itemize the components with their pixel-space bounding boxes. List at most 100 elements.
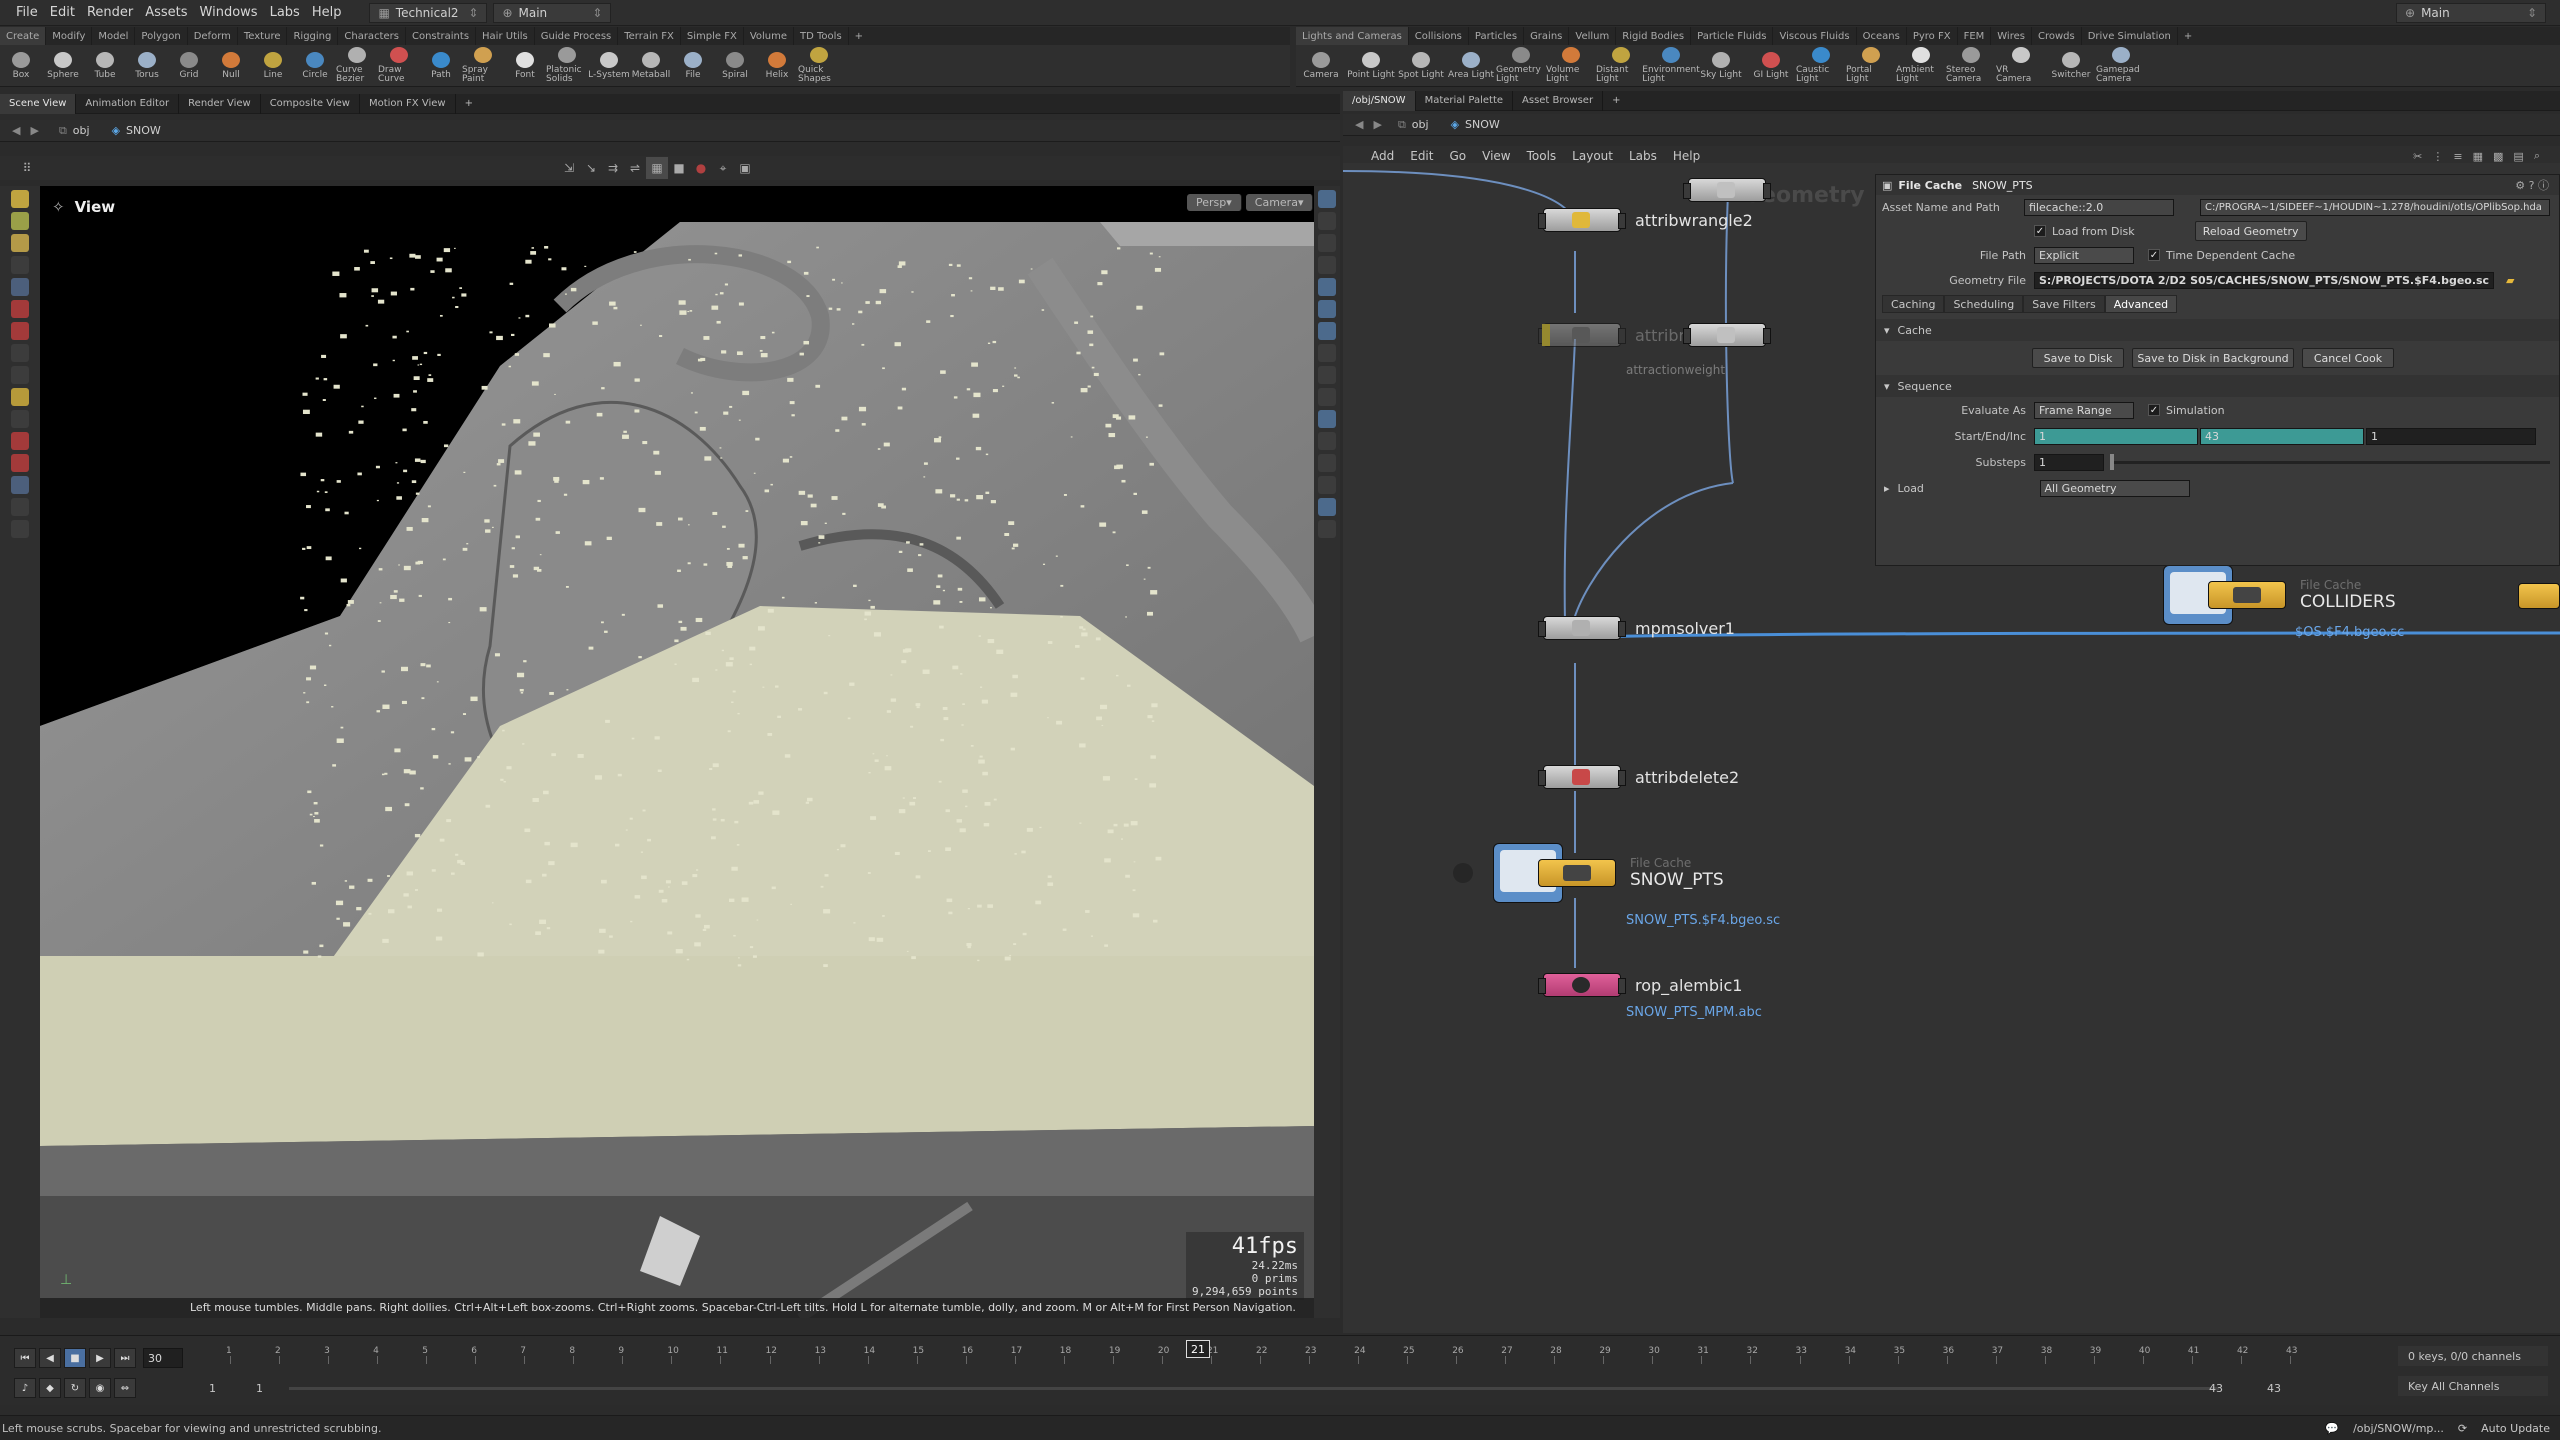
shelf-tab-td-tools[interactable]: TD Tools	[794, 27, 849, 45]
net-menu-help[interactable]: Help	[1673, 149, 1700, 163]
range-end2-field[interactable]: 43	[2267, 1382, 2281, 1395]
net-menu-edit[interactable]: Edit	[1410, 149, 1433, 163]
light-icon[interactable]	[1318, 256, 1336, 274]
bypass-flag[interactable]	[1542, 324, 1550, 346]
checkbox-checked-icon[interactable]: ✓	[2148, 404, 2160, 416]
stop-button[interactable]: ■	[64, 1348, 86, 1368]
note-icon[interactable]: ▤	[2513, 150, 2523, 163]
magnet2-icon[interactable]	[11, 454, 29, 472]
record-icon[interactable]: ●	[690, 157, 712, 179]
save-to-disk-bg-button[interactable]: Save to Disk in Background	[2132, 348, 2294, 368]
tool-gi-light[interactable]: GI Light	[1746, 45, 1796, 87]
pane-tab-motion-fx-view[interactable]: Motion FX View	[360, 93, 456, 114]
substeps-field[interactable]: 1	[2034, 453, 2104, 471]
shelf-tab-oceans[interactable]: Oceans	[1857, 27, 1907, 45]
jump-end-button[interactable]: ⏭	[114, 1348, 136, 1368]
tool-spray-paint[interactable]: Spray Paint	[462, 45, 504, 87]
ghost-icon[interactable]	[1318, 322, 1336, 340]
filecache-node-body[interactable]	[1538, 859, 1616, 887]
substeps-slider[interactable]	[2110, 453, 2550, 470]
net-menu-go[interactable]: Go	[1449, 149, 1466, 163]
range-end-field[interactable]: 43	[2209, 1382, 2223, 1395]
add-tab-button[interactable]: +	[1603, 91, 1629, 111]
file-path-select[interactable]: Explicit	[2034, 246, 2134, 264]
node-side[interactable]	[1683, 323, 1771, 347]
shelf-tab-simple-fx[interactable]: Simple FX	[681, 27, 744, 45]
shelf-tab-lights-and-cameras[interactable]: Lights and Cameras	[1296, 27, 1409, 45]
tool-portal-light[interactable]: Portal Light	[1846, 45, 1896, 87]
shelf-tab-texture[interactable]: Texture	[238, 27, 288, 45]
pane-tab-material-palette[interactable]: Material Palette	[1416, 90, 1514, 111]
snap-grid-icon[interactable]	[1318, 388, 1336, 406]
pane-tab-render-view[interactable]: Render View	[179, 93, 261, 114]
handle-red2-icon[interactable]	[11, 322, 29, 340]
tool-distant-light[interactable]: Distant Light	[1596, 45, 1646, 87]
display-flag-icon[interactable]	[1318, 498, 1336, 516]
home-view-icon[interactable]	[1318, 190, 1336, 208]
paint-icon[interactable]	[11, 388, 29, 406]
shelf-tab-characters[interactable]: Characters	[338, 27, 406, 45]
range-icon[interactable]: ⇔	[114, 1378, 136, 1398]
measure-icon[interactable]	[11, 410, 29, 428]
tool-switcher[interactable]: Switcher	[2046, 45, 2096, 87]
shade-icon[interactable]: ■	[668, 157, 690, 179]
shelf-tab-collisions[interactable]: Collisions	[1409, 27, 1469, 45]
tool-volume-light[interactable]: Volume Light	[1546, 45, 1596, 87]
tool-file[interactable]: File	[672, 45, 714, 87]
tool-draw-curve[interactable]: Draw Curve	[378, 45, 420, 87]
tool-helix[interactable]: Helix	[756, 45, 798, 87]
persp-menu[interactable]: Persp ▾	[1187, 194, 1242, 211]
shelf-tab-crowds[interactable]: Crowds	[2032, 27, 2082, 45]
tool-gamepad-camera[interactable]: Gamepad Camera	[2096, 45, 2146, 87]
dolly-icon[interactable]	[11, 520, 29, 538]
display-settings-icon[interactable]: ▣	[734, 157, 756, 179]
camera-menu[interactable]: Camera ▾	[1245, 194, 1314, 211]
tool-circle[interactable]: Circle	[294, 45, 336, 87]
loop-icon[interactable]: ↻	[64, 1378, 86, 1398]
node-top-right[interactable]	[1683, 178, 1771, 202]
material-icon[interactable]	[1318, 520, 1336, 538]
slider-handle[interactable]	[2110, 453, 2114, 470]
path-snow[interactable]: SNOW	[1465, 118, 1500, 131]
refresh-icon[interactable]: ⟳	[2458, 1422, 2467, 1435]
node-attribwrangle2[interactable]: attribwrangle2	[1538, 208, 1753, 232]
grid-icon[interactable]: ▦	[2473, 150, 2483, 163]
snap-icon[interactable]: ⇲	[558, 157, 580, 179]
forward-arrow-icon[interactable]: ▶	[30, 124, 38, 137]
tool-environment-light[interactable]: Environment Light	[1642, 45, 1700, 87]
shelf-tab-particles[interactable]: Particles	[1469, 27, 1525, 45]
param-tab-scheduling[interactable]: Scheduling	[1944, 295, 2024, 313]
asset-path-field[interactable]: C:/PROGRA~1/SIDEEF~1/HOUDIN~1.278/houdin…	[2200, 198, 2550, 216]
shelf-tab-hair-utils[interactable]: Hair Utils	[476, 27, 535, 45]
scene-viewport[interactable]: ✧ View Persp ▾ Camera ▾ 41fps 24.22ms 0 p…	[40, 186, 1314, 1318]
pane-tab-obj-snow[interactable]: /obj/SNOW	[1343, 90, 1416, 111]
tool-curve-bezier[interactable]: Curve Bezier	[336, 45, 378, 87]
node-offscreen[interactable]	[2518, 583, 2560, 609]
back-arrow-icon[interactable]: ◀	[12, 124, 20, 137]
select-tool-icon[interactable]	[11, 190, 29, 208]
add-shelf-tab-button[interactable]: +	[849, 27, 869, 45]
chat-icon[interactable]: 💬	[2325, 1422, 2339, 1435]
load-from-disk-toggle[interactable]: ✓ Load from Disk	[2034, 225, 2135, 238]
node-body[interactable]	[1683, 323, 1771, 347]
tool-vr-camera[interactable]: VR Camera	[1996, 45, 2046, 87]
rotate-tool-icon[interactable]	[11, 234, 29, 252]
tool-path[interactable]: Path	[420, 45, 462, 87]
right-desktop-select[interactable]: ⊕ Main ⇕	[2396, 2, 2546, 23]
node-body[interactable]	[1538, 765, 1626, 789]
node-rop-alembic1[interactable]: rop_alembic1	[1538, 973, 1742, 997]
key-all-channels-select[interactable]: Key All Channels	[2398, 1376, 2548, 1396]
tool-metaball[interactable]: Metaball	[630, 45, 672, 87]
expand-triangle-icon[interactable]: ▸	[1884, 482, 1890, 495]
shelf-tab-deform[interactable]: Deform	[188, 27, 238, 45]
cache-section-header[interactable]: ▾ Cache	[1876, 319, 2559, 341]
shelf-tab-rigid-bodies[interactable]: Rigid Bodies	[1616, 27, 1692, 45]
shelf-tab-particle-fluids[interactable]: Particle Fluids	[1691, 27, 1774, 45]
range-start2-field[interactable]: 1	[256, 1382, 263, 1395]
points-display-icon[interactable]	[1318, 278, 1336, 296]
node-name-field[interactable]: SNOW_PTS	[1972, 179, 2033, 192]
param-tab-advanced[interactable]: Advanced	[2104, 295, 2178, 313]
node-colliders[interactable]: File Cache COLLIDERS	[2163, 565, 2396, 625]
shelf-tab-guide-process[interactable]: Guide Process	[535, 27, 619, 45]
reload-geometry-button[interactable]: Reload Geometry	[2194, 221, 2307, 241]
